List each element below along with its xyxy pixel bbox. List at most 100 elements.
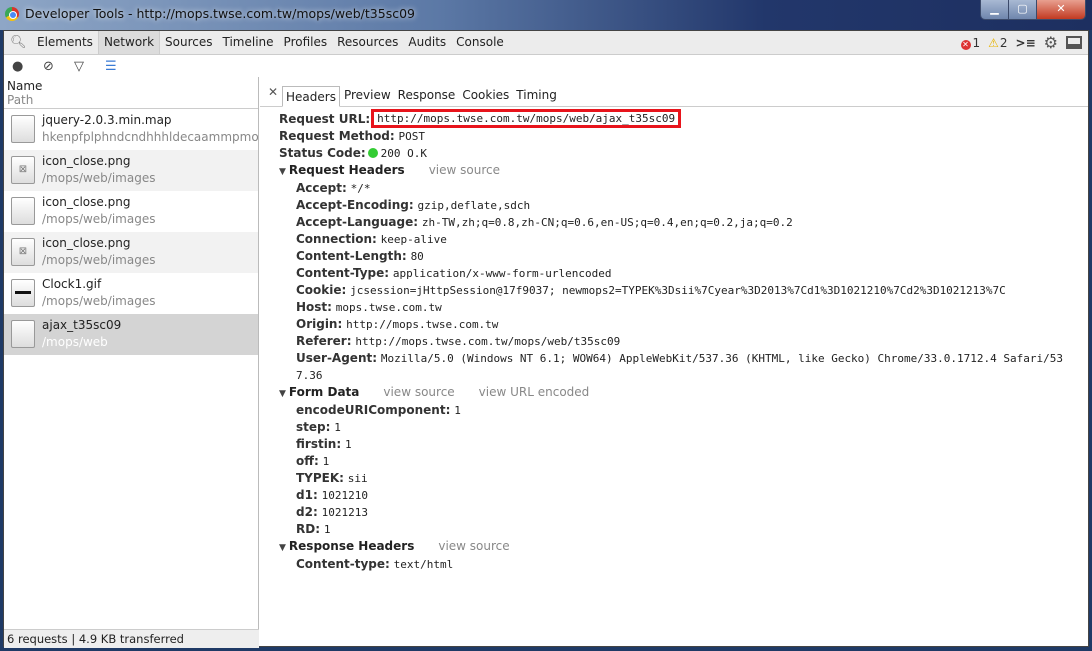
request-path: /mops/web/images — [42, 171, 156, 185]
header-name: RD: — [296, 522, 320, 536]
header-value: jcsession=jHttpSession@17f9037; newmops2… — [350, 284, 1006, 297]
header-name: Content-Length: — [296, 249, 407, 263]
header-value: mops.twse.com.tw — [335, 301, 442, 314]
chrome-logo-icon — [5, 7, 19, 21]
error-count[interactable]: ✕ 1 — [960, 36, 980, 50]
request-path: /mops/web — [42, 335, 108, 349]
view-source-link[interactable]: view source — [429, 163, 500, 177]
image-close-icon: ⊠ — [11, 238, 35, 266]
header-row: User-Agent: Mozilla/5.0 (Windows NT 6.1;… — [279, 350, 1064, 384]
tab-profiles[interactable]: Profiles — [279, 31, 333, 54]
header-row: step: 1 — [279, 419, 1088, 436]
tab-elements[interactable]: Elements — [32, 31, 98, 54]
image-close-icon: ⊠ — [11, 156, 35, 184]
list-item[interactable]: ajax_t35sc09/mops/web — [4, 314, 258, 355]
record-icon[interactable]: ● — [12, 59, 43, 74]
header-name: firstin: — [296, 437, 342, 451]
header-name: Accept-Language: — [296, 215, 419, 229]
close-detail-icon[interactable]: ✕ — [268, 85, 278, 99]
tab-preview[interactable]: Preview — [341, 85, 394, 106]
view-source-link[interactable]: view source — [438, 539, 509, 553]
search-icon[interactable]: 🔍︎ — [10, 35, 27, 50]
tab-timing[interactable]: Timing — [513, 85, 560, 106]
response-headers-section-header[interactable]: ▼ Response Headers view source — [279, 538, 1088, 556]
expand-triangle-icon[interactable]: ▼ — [279, 167, 286, 177]
header-row: RD: 1 — [279, 521, 1088, 538]
header-name: d2: — [296, 505, 318, 519]
tab-network[interactable]: Network — [97, 31, 161, 54]
tab-console[interactable]: Console — [451, 31, 509, 54]
list-item[interactable]: icon_close.png/mops/web/images — [4, 191, 258, 232]
filter-icon[interactable]: ▽ — [74, 59, 105, 74]
view-source-link[interactable]: view source — [383, 385, 454, 399]
close-window-button[interactable]: ✕ — [1037, 0, 1085, 19]
request-headers-section-header[interactable]: ▼ Request Headers view source — [279, 162, 1088, 180]
header-row: Cookie: jcsession=jHttpSession@17f9037; … — [279, 282, 1064, 299]
tab-response[interactable]: Response — [395, 85, 459, 106]
header-name: Content-type: — [296, 557, 390, 571]
header-name: step: — [296, 420, 331, 434]
list-item[interactable]: ⊠ icon_close.png/mops/web/images — [4, 232, 258, 273]
list-item[interactable]: ⊠ icon_close.png/mops/web/images — [4, 150, 258, 191]
header-name: off: — [296, 454, 319, 468]
header-name: d1: — [296, 488, 318, 502]
expand-triangle-icon[interactable]: ▼ — [279, 543, 286, 553]
request-path: /mops/web/images — [42, 294, 156, 308]
request-name: icon_close.png — [42, 236, 131, 250]
error-icon: ✕ — [960, 39, 971, 50]
status-code-value: 200 O.K — [380, 147, 428, 160]
request-name: icon_close.png — [42, 195, 131, 209]
header-row: firstin: 1 — [279, 436, 1088, 453]
header-row: d2: 1021213 — [279, 504, 1088, 521]
header-value: 1 — [344, 438, 352, 451]
header-name: Content-Type: — [296, 266, 390, 280]
network-toolbar: ● ⊘ ▽ ☰ — [4, 55, 1088, 77]
tab-audits[interactable]: Audits — [403, 31, 451, 54]
tab-timeline[interactable]: Timeline — [218, 31, 279, 54]
form-data-section-header[interactable]: ▼ Form Data view source view URL encoded — [279, 384, 1088, 402]
header-value: text/html — [393, 558, 454, 571]
header-row: Host: mops.twse.com.tw — [279, 299, 1088, 316]
list-item[interactable]: Clock1.gif/mops/web/images — [4, 273, 258, 314]
window-titlebar: Developer Tools - http://mops.twse.com.t… — [0, 0, 1092, 30]
header-row: Content-Length: 80 — [279, 248, 1088, 265]
dock-icon[interactable] — [1066, 36, 1082, 49]
devtools-frame: 🔍︎ Elements Network Sources Timeline Profile… — [3, 30, 1089, 648]
request-name: icon_close.png — [42, 154, 131, 168]
tab-resources[interactable]: Resources — [332, 31, 403, 54]
header-value: 80 — [410, 250, 424, 263]
header-row: Accept-Language: zh-TW,zh;q=0.8,zh-CN;q=… — [279, 214, 1088, 231]
view-url-encoded-link[interactable]: view URL encoded — [479, 385, 590, 399]
panel-toolbar: 🔍︎ Elements Network Sources Timeline Profile… — [4, 31, 1088, 55]
maximize-button[interactable]: ▢ — [1009, 0, 1037, 19]
tab-headers[interactable]: Headers — [282, 86, 340, 107]
header-value: 1 — [334, 421, 341, 434]
console-drawer-icon[interactable]: >≡ — [1016, 36, 1036, 50]
header-value: 1021210 — [321, 489, 368, 502]
list-header[interactable]: Name Path — [4, 77, 258, 109]
tab-cookies[interactable]: Cookies — [459, 85, 512, 106]
header-value: 1 — [322, 455, 330, 468]
header-value: sii — [347, 472, 368, 485]
name-column-header: Name — [7, 79, 43, 93]
header-name: Cookie: — [296, 283, 347, 297]
minimize-button[interactable]: ▁ — [981, 0, 1009, 19]
header-name: Accept: — [296, 181, 347, 195]
header-row: Referer: http://mops.twse.com.tw/mops/we… — [279, 333, 1088, 350]
header-row: TYPEK: sii — [279, 470, 1088, 487]
header-row: Origin: http://mops.twse.com.tw — [279, 316, 1088, 333]
clear-icon[interactable]: ⊘ — [43, 59, 74, 74]
header-value: Mozilla/5.0 (Windows NT 6.1; WOW64) Appl… — [296, 352, 1063, 382]
request-name: ajax_t35sc09 — [42, 318, 122, 332]
header-value: application/x-www-form-urlencoded — [392, 267, 612, 280]
warning-count[interactable]: ⚠2 — [988, 36, 1007, 50]
expand-triangle-icon[interactable]: ▼ — [279, 389, 286, 399]
list-item[interactable]: jquery-2.0.3.min.map hkenpfplphndcndhhhld… — [4, 109, 259, 150]
tab-sources[interactable]: Sources — [160, 31, 217, 54]
request-headers-title: Request Headers — [288, 163, 405, 177]
gear-icon[interactable]: ⚙ — [1044, 33, 1058, 52]
form-data-title: Form Data — [288, 385, 360, 399]
request-path: hkenpfplphndcndhhhldecaammpmo — [42, 130, 259, 144]
request-detail: ✕ Headers Preview Response Cookies Timing Req… — [260, 77, 1088, 646]
list-view-icon[interactable]: ☰ — [105, 59, 136, 74]
